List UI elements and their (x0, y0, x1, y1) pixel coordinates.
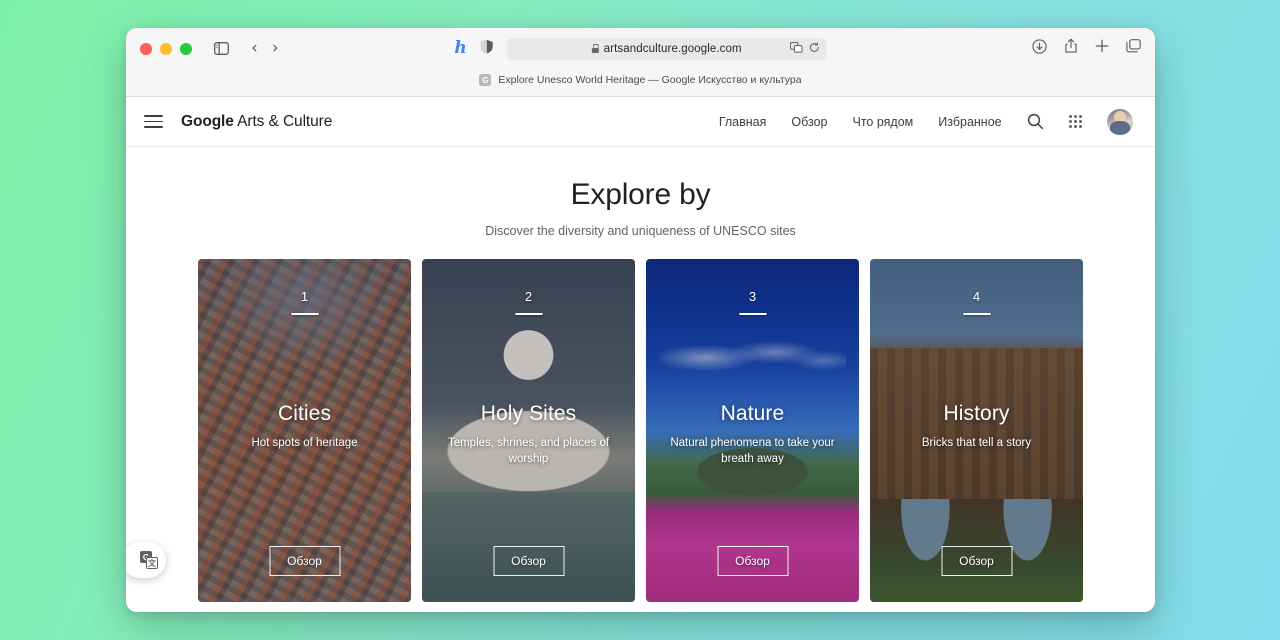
explore-card-history[interactable]: 4 History Bricks that tell a story Обзор (870, 259, 1083, 602)
brand-google: Google (181, 112, 234, 130)
nav-link-favorites[interactable]: Избранное (938, 115, 1001, 129)
maximize-window-button[interactable] (180, 42, 192, 55)
translate-widget[interactable]: G 文 (126, 542, 166, 578)
site-nav-right: Главная Обзор Что рядом Избранное (719, 108, 1133, 135)
address-bar-group: h artsandculture.google.com (454, 37, 827, 60)
card-title: Cities (277, 402, 332, 425)
card-number: 4 (972, 289, 981, 304)
apps-grid-icon[interactable] (1068, 114, 1082, 129)
card-subtitle: Bricks that tell a story (921, 437, 1032, 449)
navigation-arrows: ‹ › (251, 40, 279, 57)
card-explore-button[interactable]: Обзор (269, 546, 340, 576)
site-navigation-bar: Google Arts & Culture Главная Обзор Что … (126, 97, 1155, 147)
nav-link-home[interactable]: Главная (719, 115, 767, 129)
card-title: History (943, 402, 1010, 425)
translate-page-icon[interactable] (789, 40, 803, 58)
downloads-icon[interactable] (1032, 38, 1047, 59)
card-explore-button[interactable]: Обзор (941, 546, 1012, 576)
window-traffic-lights (140, 42, 192, 55)
tab-favicon: G (479, 74, 492, 86)
browser-chrome: ‹ › h artsandculture.google.com G Explor… (126, 28, 1155, 97)
card-subtitle: Hot spots of heritage (251, 437, 358, 449)
hamburger-menu-icon[interactable] (144, 114, 163, 129)
card-subtitle: Temples, shrines, and places of worship (447, 437, 610, 465)
tab-overview-icon[interactable] (1126, 39, 1141, 58)
url-text: artsandculture.google.com (603, 42, 742, 55)
card-number: 2 (524, 289, 533, 304)
user-avatar[interactable] (1107, 108, 1133, 135)
translate-icon: G 文 (140, 551, 158, 569)
card-number: 3 (748, 289, 757, 304)
explore-cards-grid: 1 Cities Hot spots of heritage Обзор 2 H… (126, 259, 1155, 602)
url-bar-content: artsandculture.google.com (591, 42, 742, 55)
page-title: Explore by (570, 178, 711, 211)
explore-card-holy-sites[interactable]: 2 Holy Sites Temples, shrines, and place… (422, 259, 635, 602)
card-title: Nature (720, 402, 785, 425)
page-content: Google Arts & Culture Главная Обзор Что … (126, 97, 1155, 612)
nav-link-explore[interactable]: Обзор (791, 115, 827, 129)
brand-arts-culture: Arts & Culture (233, 112, 333, 130)
url-bar[interactable]: artsandculture.google.com (506, 37, 827, 60)
toolbar-right-icons (1032, 38, 1141, 59)
card-explore-button[interactable]: Обзор (717, 546, 788, 576)
card-title: Holy Sites (480, 402, 577, 425)
card-subtitle: Natural phenomena to take your breath aw… (670, 437, 835, 465)
search-icon[interactable] (1027, 113, 1044, 130)
reload-icon[interactable] (809, 40, 820, 58)
hero-section: Explore by Discover the diversity and un… (126, 147, 1155, 238)
reader-shield-icon[interactable] (480, 39, 494, 59)
lock-icon (591, 44, 600, 53)
tab-title[interactable]: Explore Unesco World Heritage — Google И… (498, 74, 801, 86)
forward-button[interactable]: › (272, 40, 279, 57)
card-divider (291, 313, 318, 315)
close-window-button[interactable] (140, 42, 152, 55)
explore-card-cities[interactable]: 1 Cities Hot spots of heritage Обзор (198, 259, 411, 602)
honey-extension-icon[interactable]: h (454, 40, 466, 57)
browser-toolbar: ‹ › h artsandculture.google.com (126, 28, 1155, 69)
sidebar-toggle-icon[interactable] (214, 42, 229, 55)
url-bar-actions (789, 40, 820, 58)
nav-link-nearby[interactable]: Что рядом (853, 115, 914, 129)
tab-strip: G Explore Unesco World Heritage — Google… (126, 69, 1155, 93)
card-divider (963, 313, 990, 315)
card-divider (515, 313, 542, 315)
card-divider (739, 313, 766, 315)
card-explore-button[interactable]: Обзор (493, 546, 564, 576)
share-icon[interactable] (1064, 38, 1078, 59)
page-subtitle: Discover the diversity and uniqueness of… (485, 224, 796, 238)
new-tab-icon[interactable] (1095, 39, 1109, 58)
browser-window: ‹ › h artsandculture.google.com G Explor… (126, 28, 1155, 612)
explore-card-nature[interactable]: 3 Nature Natural phenomena to take your … (646, 259, 859, 602)
brand-logo[interactable]: Google Arts & Culture (181, 113, 332, 131)
card-number: 1 (300, 289, 309, 304)
translate-target-glyph: 文 (146, 557, 158, 569)
back-button[interactable]: ‹ (251, 40, 258, 57)
minimize-window-button[interactable] (160, 42, 172, 55)
